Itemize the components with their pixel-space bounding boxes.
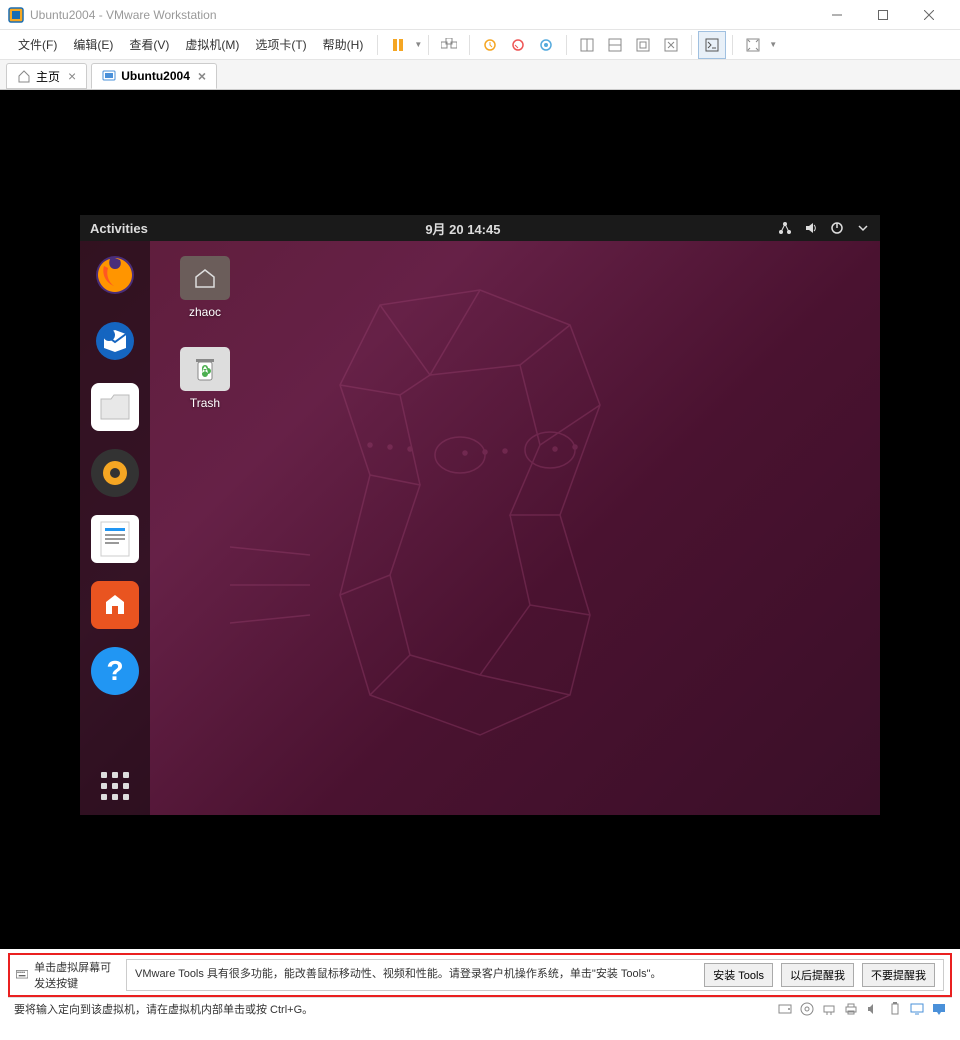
usb-icon[interactable]: [888, 1002, 902, 1016]
pause-button[interactable]: [384, 31, 412, 59]
desktop-area[interactable]: zhaoc Trash: [150, 241, 880, 815]
close-button[interactable]: [906, 0, 952, 30]
menu-tabs[interactable]: 选项卡(T): [247, 36, 314, 53]
statusbar-device-icons: [778, 1002, 946, 1016]
menu-file[interactable]: 文件(F): [10, 36, 65, 53]
keyboard-hint: 单击虚拟屏幕可发送按键: [16, 959, 116, 991]
statusbar: 要将输入定向到该虚拟机，请在虚拟机内部单击或按 Ctrl+G。: [8, 997, 952, 1020]
menu-view[interactable]: 查看(V): [121, 36, 177, 53]
remind-later-button[interactable]: 以后提醒我: [781, 963, 854, 987]
minimize-button[interactable]: [814, 0, 860, 30]
separator: [428, 35, 429, 55]
keyboard-icon: [16, 968, 28, 982]
maximize-button[interactable]: [860, 0, 906, 30]
home-folder-icon: [193, 267, 217, 289]
menu-vm[interactable]: 虚拟机(M): [177, 36, 247, 53]
separator: [566, 35, 567, 55]
vmware-icon: [8, 7, 24, 23]
view-single-button[interactable]: [573, 31, 601, 59]
clock-label[interactable]: 9月 20 14:45: [148, 219, 778, 238]
keyboard-hint-label: 单击虚拟屏幕可发送按键: [34, 959, 116, 991]
menubar: 文件(F) 编辑(E) 查看(V) 虚拟机(M) 选项卡(T) 帮助(H) ▼ …: [0, 30, 960, 60]
desktop-trash-label: Trash: [190, 396, 220, 410]
console-button[interactable]: [698, 31, 726, 59]
separator: [377, 35, 378, 55]
separator: [732, 35, 733, 55]
separator: [691, 35, 692, 55]
message-icon[interactable]: [932, 1002, 946, 1016]
dock-software[interactable]: [91, 581, 139, 629]
trash-icon: [193, 356, 217, 382]
stretch-button[interactable]: [739, 31, 767, 59]
printer-icon[interactable]: [844, 1002, 858, 1016]
home-icon: [17, 69, 31, 83]
install-tools-button[interactable]: 安装 Tools: [704, 963, 773, 987]
power-icon[interactable]: [830, 221, 844, 235]
window-title: Ubuntu2004 - VMware Workstation: [30, 8, 814, 22]
chevron-down-icon[interactable]: [856, 221, 870, 235]
dock-help[interactable]: ?: [91, 647, 139, 695]
ubuntu-desktop[interactable]: Activities 9月 20 14:45 ? zhaoc: [80, 215, 880, 815]
dock-libreoffice[interactable]: [91, 515, 139, 563]
stretch-dropdown-icon[interactable]: ▼: [769, 40, 777, 49]
network-icon[interactable]: [778, 221, 792, 235]
cd-icon[interactable]: [800, 1002, 814, 1016]
disk-icon[interactable]: [778, 1002, 792, 1016]
tools-tip-text: VMware Tools 具有很多功能，能改善鼠标移动性、视频和性能。请登录客户…: [135, 968, 696, 981]
tab-close-icon[interactable]: ×: [198, 68, 206, 84]
dock-firefox[interactable]: [91, 251, 139, 299]
desktop-home-label: zhaoc: [189, 305, 221, 319]
tabbar: 主页 × Ubuntu2004 ×: [0, 60, 960, 90]
vm-icon: [102, 69, 116, 83]
menu-edit[interactable]: 编辑(E): [65, 36, 121, 53]
tab-ubuntu[interactable]: Ubuntu2004 ×: [91, 63, 217, 89]
network-adapter-icon[interactable]: [822, 1002, 836, 1016]
tab-home[interactable]: 主页 ×: [6, 63, 87, 89]
tab-home-label: 主页: [36, 68, 60, 85]
vm-display-area[interactable]: Activities 9月 20 14:45 ? zhaoc: [0, 90, 960, 949]
sound-icon[interactable]: [866, 1002, 880, 1016]
activities-button[interactable]: Activities: [90, 221, 148, 236]
dock-rhythmbox[interactable]: [91, 449, 139, 497]
desktop-trash[interactable]: Trash: [170, 347, 240, 410]
tools-tip-box: VMware Tools 具有很多功能，能改善鼠标移动性、视频和性能。请登录客户…: [126, 959, 944, 991]
unity-button[interactable]: [657, 31, 685, 59]
menu-help[interactable]: 帮助(H): [315, 36, 372, 53]
display-icon[interactable]: [910, 1002, 924, 1016]
separator: [469, 35, 470, 55]
volume-icon[interactable]: [804, 221, 818, 235]
vmware-tools-notice: 单击虚拟屏幕可发送按键 VMware Tools 具有很多功能，能改善鼠标移动性…: [8, 953, 952, 997]
dock-files[interactable]: [91, 383, 139, 431]
dock-thunderbird[interactable]: [91, 317, 139, 365]
power-dropdown-icon[interactable]: ▼: [414, 40, 422, 49]
window-titlebar: Ubuntu2004 - VMware Workstation: [0, 0, 960, 30]
fullscreen-button[interactable]: [629, 31, 657, 59]
tab-ubuntu-label: Ubuntu2004: [121, 69, 190, 83]
status-text: 要将输入定向到该虚拟机，请在虚拟机内部单击或按 Ctrl+G。: [14, 1001, 778, 1017]
system-tray[interactable]: [778, 221, 870, 235]
revert-snapshot-button[interactable]: [504, 31, 532, 59]
tab-close-icon[interactable]: ×: [68, 68, 76, 84]
snapshot-button[interactable]: [476, 31, 504, 59]
ubuntu-topbar: Activities 9月 20 14:45: [80, 215, 880, 241]
never-remind-button[interactable]: 不要提醒我: [862, 963, 935, 987]
manage-snapshots-button[interactable]: [532, 31, 560, 59]
ubuntu-dock: ?: [80, 241, 150, 815]
notice-area: 单击虚拟屏幕可发送按键 VMware Tools 具有很多功能，能改善鼠标移动性…: [0, 949, 960, 1013]
desktop-home-folder[interactable]: zhaoc: [170, 256, 240, 319]
view-multi-button[interactable]: [601, 31, 629, 59]
dock-show-apps[interactable]: [101, 772, 129, 800]
send-ctrl-alt-del-button[interactable]: [435, 31, 463, 59]
